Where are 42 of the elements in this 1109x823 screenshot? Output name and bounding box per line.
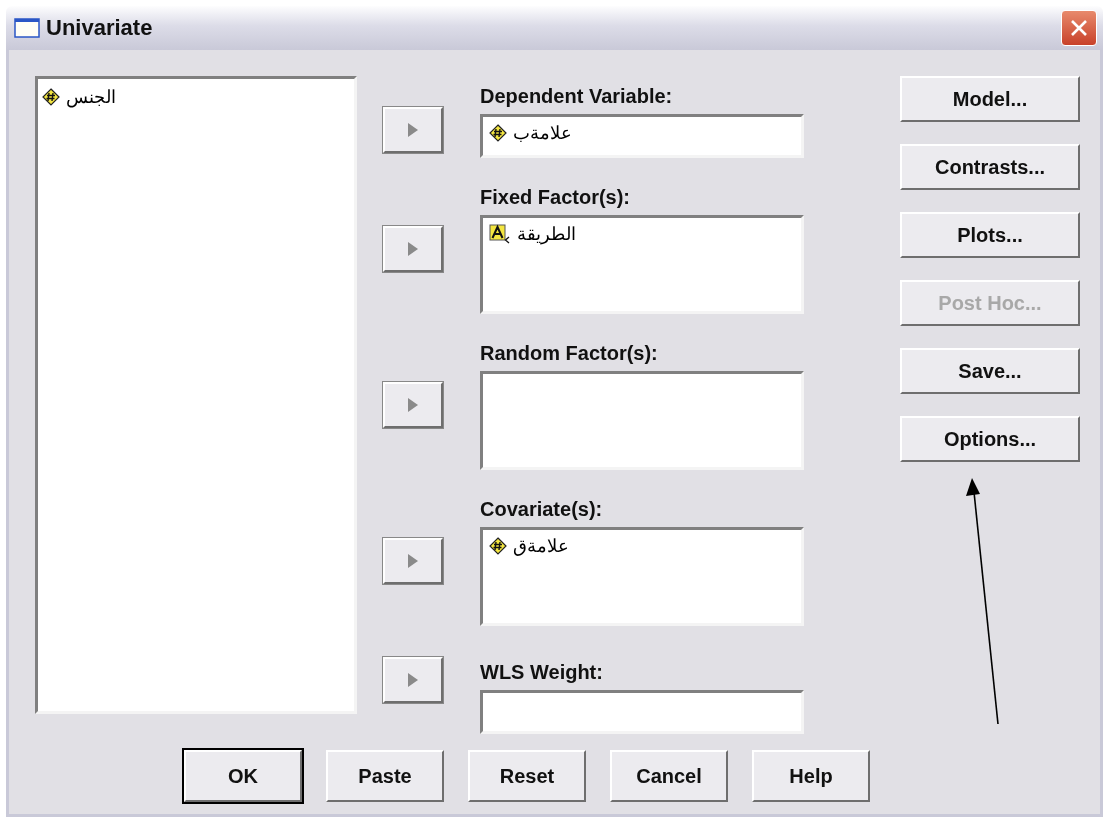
field-label: Covariate(s): bbox=[480, 498, 604, 521]
move-arrow-button[interactable] bbox=[383, 107, 443, 153]
move-arrow-button[interactable] bbox=[383, 538, 443, 584]
dialog-button[interactable]: Reset bbox=[468, 750, 586, 802]
dialog-button[interactable]: Cancel bbox=[610, 750, 728, 802]
variable-item[interactable]: الجنس bbox=[42, 85, 350, 109]
dialog-button[interactable]: OK bbox=[184, 750, 302, 802]
right-triangle-icon bbox=[407, 397, 419, 413]
field-label: Random Factor(s): bbox=[480, 342, 659, 365]
variable-item[interactable]: علامةق bbox=[489, 534, 795, 558]
variable-field[interactable] bbox=[480, 371, 804, 470]
right-triangle-icon bbox=[407, 241, 419, 257]
dialog-button[interactable]: Help bbox=[752, 750, 870, 802]
variable-field[interactable]: علامةب bbox=[480, 114, 804, 158]
close-button[interactable] bbox=[1061, 10, 1097, 46]
variable-item[interactable]: الطريقة bbox=[489, 222, 795, 246]
variable-item[interactable]: علامةب bbox=[489, 121, 795, 145]
window-title: Univariate bbox=[46, 15, 154, 41]
move-arrow-button[interactable] bbox=[383, 382, 443, 428]
move-arrow-button[interactable] bbox=[383, 657, 443, 703]
dialog-button[interactable]: Paste bbox=[326, 750, 444, 802]
right-triangle-icon bbox=[407, 122, 419, 138]
ruler-diamond-icon bbox=[42, 88, 60, 106]
field-label: Dependent Variable: bbox=[480, 85, 674, 108]
variable-field[interactable]: علامةق bbox=[480, 527, 804, 626]
right-triangle-icon bbox=[407, 672, 419, 688]
dialog-button[interactable]: Plots... bbox=[900, 212, 1080, 258]
window-icon bbox=[14, 18, 40, 38]
dialog-button[interactable]: Contrasts... bbox=[900, 144, 1080, 190]
nominal-variable-icon bbox=[489, 224, 511, 244]
dialog-button[interactable]: Options... bbox=[900, 416, 1080, 462]
move-arrow-button[interactable] bbox=[383, 226, 443, 272]
field-label: WLS Weight: bbox=[480, 661, 604, 684]
dialog-button[interactable]: Save... bbox=[900, 348, 1080, 394]
variable-field[interactable]: الطريقة bbox=[480, 215, 804, 314]
field-label: Fixed Factor(s): bbox=[480, 186, 632, 209]
variable-field[interactable] bbox=[480, 690, 804, 734]
dialog-button[interactable]: Model... bbox=[900, 76, 1080, 122]
ruler-diamond-icon bbox=[489, 124, 507, 142]
variable-list[interactable]: الجنس bbox=[35, 76, 357, 714]
ruler-diamond-icon bbox=[489, 537, 507, 555]
right-triangle-icon bbox=[407, 553, 419, 569]
